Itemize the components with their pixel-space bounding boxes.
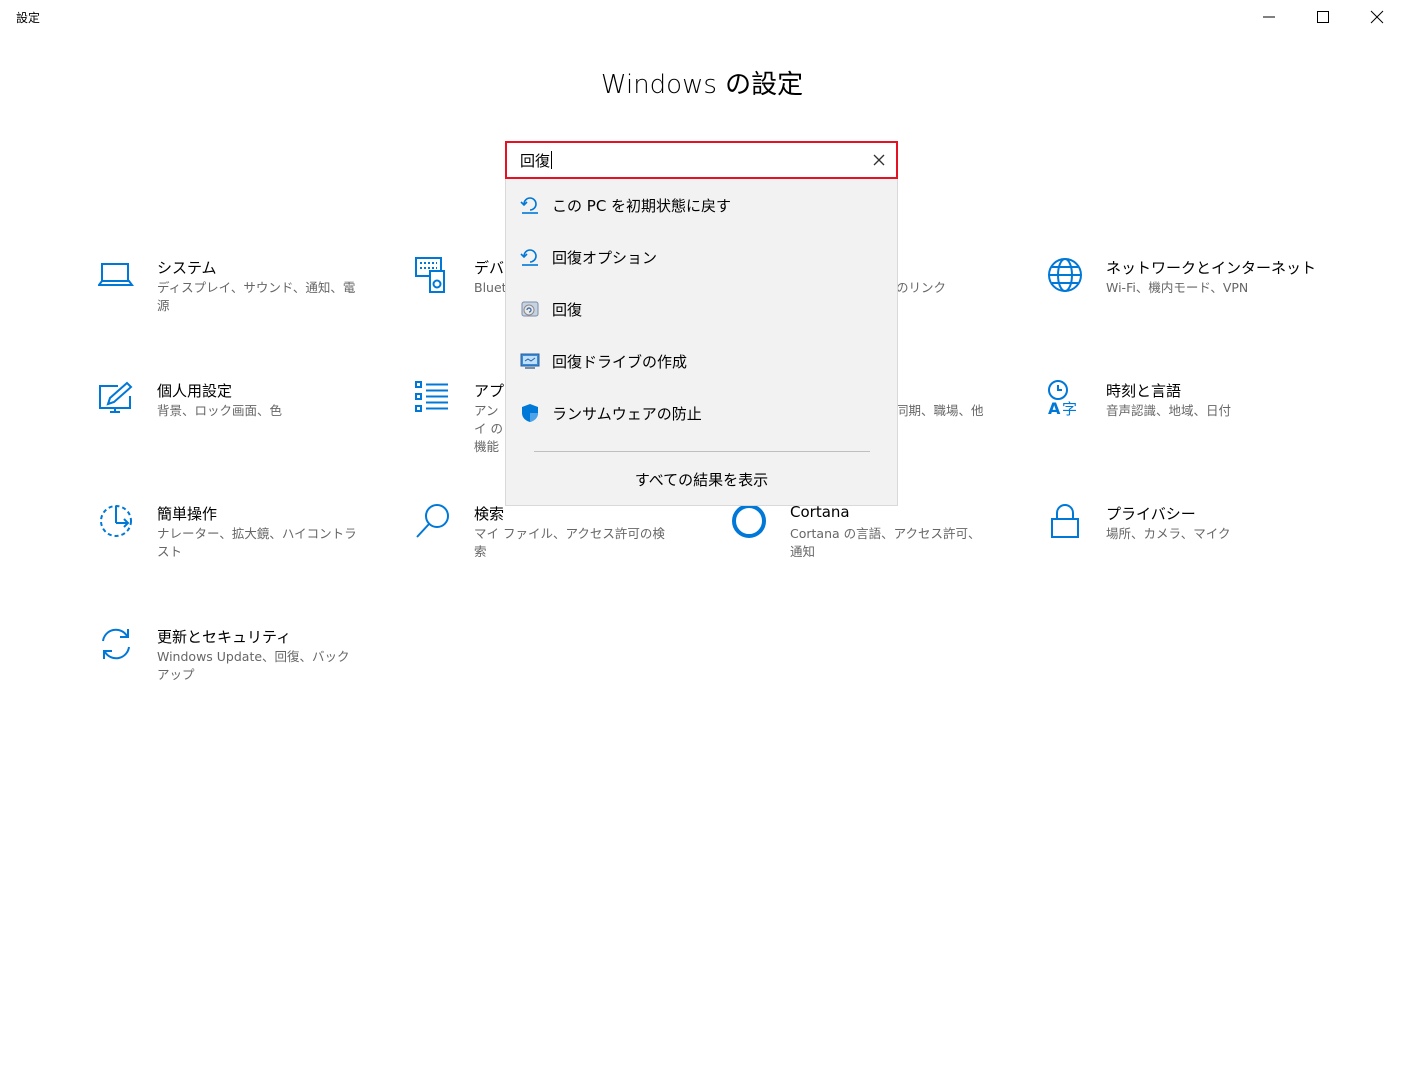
maximize-button[interactable] [1296,0,1350,34]
devices-icon [415,257,445,293]
suggestion-create-recovery-drive[interactable]: 回復ドライブの作成 [506,341,897,381]
search-suggestions: この PC を初期状態に戻す 回復オプション 回復 回復ドライブの作成 ランサム… [505,179,898,506]
suggestion-label: 回復オプション [552,249,658,267]
tile-description: 背景、ロック画面、色 [157,403,283,418]
tile-title: 検索 [474,505,505,523]
sync-icon [102,628,130,660]
tile-title: システム [157,259,217,277]
suggestion-ransomware-protection[interactable]: ランサムウェアの防止 [506,393,897,433]
search-input-value: 回復 [520,151,553,170]
suggestion-label: 回復 [552,301,583,319]
close-icon [1370,10,1384,24]
maximize-icon [1317,11,1329,23]
globe-icon [1048,258,1082,292]
suggestions-divider [534,451,870,452]
tile-phone-description: のリンク [896,280,947,295]
apps-list-icon [415,381,448,412]
time-language-icon: A 字 [1048,380,1077,416]
tile-accounts-description: 同期、職場、他 [896,403,984,418]
tile-privacy[interactable]: プライバシー 場所、カメラ、マイク [1047,503,1347,593]
suggestion-reset-pc[interactable]: この PC を初期状態に戻す [506,185,897,225]
control-panel-recovery-icon [521,301,539,317]
tile-description: 場所、カメラ、マイク [1106,526,1231,541]
recovery-icon [520,197,538,214]
suggestion-label: ランサムウェアの防止 [552,405,702,423]
tile-description: ナレーター、拡大鏡、ハイコントラスト [157,526,357,559]
tile-description: 音声認識、地域、日付 [1106,403,1232,418]
tile-title: 簡単操作 [157,505,218,523]
shield-icon [522,404,538,422]
search-input[interactable]: 回復 [505,141,898,179]
show-all-results-link[interactable]: すべての結果を表示 [506,469,897,490]
suggestion-recovery-options[interactable]: 回復オプション [506,237,897,277]
tile-description: アンイ の機能 [474,403,503,454]
tile-description: ディスプレイ、サウンド、通知、電源 [157,280,356,313]
tile-cortana[interactable]: Cortana Cortana の言語、アクセス許可、通知 [731,503,1031,593]
ease-of-access-icon [100,505,132,537]
svg-text:A: A [1048,399,1061,416]
tile-description: Windows Update、回復、バックアップ [157,649,350,682]
close-icon [873,154,885,166]
cortana-icon [732,504,766,538]
suggestion-label: 回復ドライブの作成 [552,353,688,371]
page-title: Windows の設定 [600,70,804,100]
suggestion-recovery[interactable]: 回復 [506,289,897,329]
svg-text:字: 字 [1062,400,1077,416]
minimize-button[interactable] [1242,0,1296,34]
lock-icon [1051,504,1079,538]
tile-title: プライバシー [1106,505,1196,523]
tile-description: Wi-Fi、機内モード、VPN [1106,280,1249,295]
clear-search-button[interactable] [868,149,890,171]
minimize-icon [1263,16,1275,18]
tile-title: 個人用設定 [157,382,233,400]
tile-network[interactable]: ネットワークとインターネット Wi-Fi、機内モード、VPN [1047,257,1347,347]
recovery-drive-icon [520,353,540,369]
app-title: 設定 [16,11,41,25]
tile-system[interactable]: システム ディスプレイ、サウンド、通知、電源 [98,257,398,347]
title-bar: 設定 [0,0,1404,34]
tile-search[interactable]: 検索 マイ ファイル、アクセス許可の検索 [415,503,715,593]
tile-description: マイ ファイル、アクセス許可の検索 [474,526,665,559]
suggestion-label: この PC を初期状態に戻す [552,197,732,215]
tile-title: 更新とセキュリティ [157,628,292,646]
paint-icon [99,381,133,413]
tile-personalization[interactable]: 個人用設定 背景、ロック画面、色 [98,380,398,470]
tile-ease-of-access[interactable]: 簡単操作 ナレーター、拡大鏡、ハイコントラスト [98,503,398,593]
tile-update-security[interactable]: 更新とセキュリティ Windows Update、回復、バックアップ [98,626,398,716]
close-button[interactable] [1350,0,1404,34]
laptop-icon [98,263,134,286]
tile-description: Cortana の言語、アクセス許可、通知 [790,526,981,559]
tile-time-language[interactable]: A 字 時刻と言語 音声認識、地域、日付 [1047,380,1347,470]
tile-title: 時刻と言語 [1106,382,1182,400]
recovery-icon [520,249,538,266]
tile-title: ネットワークとインターネット [1106,259,1317,277]
search-icon [416,504,449,538]
